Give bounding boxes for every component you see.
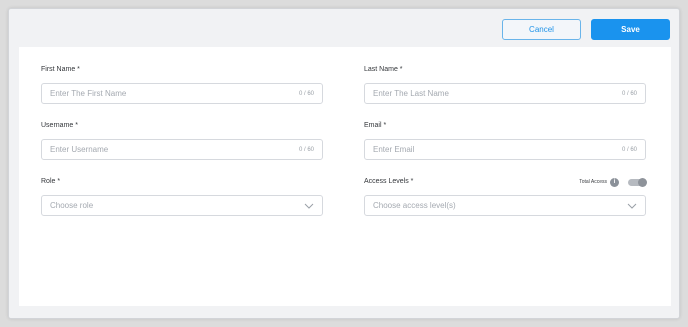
first-name-input[interactable]: Enter The First Name 0 / 60 [41,83,323,104]
username-field: Username * Enter Username 0 / 60 [41,121,323,160]
username-input[interactable]: Enter Username 0 / 60 [41,139,323,160]
access-levels-select[interactable]: Choose access level(s) [364,195,646,216]
access-levels-field: Access Levels * Total Access i Choose ac… [364,177,647,216]
email-field: Email * Enter Email 0 / 60 [364,121,646,160]
toggle-knob [638,177,647,187]
role-select[interactable]: Choose role [41,195,323,216]
info-icon[interactable]: i [610,177,619,187]
last-name-label: Last Name * [364,66,403,73]
role-field: Role * Choose role [41,177,323,216]
form-window: Cancel Save First Name * Enter The First… [8,8,680,319]
cancel-button[interactable]: Cancel [502,19,581,40]
last-name-input[interactable]: Enter The Last Name 0 / 60 [364,83,646,104]
username-label: Username * [41,122,78,129]
first-name-counter: 0 / 60 [298,90,314,97]
last-name-counter: 0 / 60 [621,90,637,97]
toolbar: Cancel Save [9,9,679,47]
last-name-field: Last Name * Enter The Last Name 0 / 60 [364,65,646,104]
access-levels-placeholder: Choose access level(s) [373,201,456,210]
email-counter: 0 / 60 [621,146,637,153]
email-input[interactable]: Enter Email 0 / 60 [364,139,646,160]
save-button[interactable]: Save [591,19,670,40]
username-counter: 0 / 60 [298,146,314,153]
role-placeholder: Choose role [50,201,94,210]
first-name-placeholder: Enter The First Name [50,89,127,98]
first-name-field: First Name * Enter The First Name 0 / 60 [41,65,323,104]
email-label: Email * [364,122,387,129]
total-access-label: Total Access [579,179,607,185]
form-panel: First Name * Enter The First Name 0 / 60… [19,47,671,306]
last-name-placeholder: Enter The Last Name [373,89,449,98]
username-placeholder: Enter Username [50,145,109,154]
chevron-down-icon[interactable] [627,203,637,209]
email-placeholder: Enter Email [373,145,415,154]
role-label: Role * [41,178,61,185]
total-access-toggle-row: Total Access i [579,177,647,187]
chevron-down-icon[interactable] [304,203,314,209]
first-name-label: First Name * [41,66,80,73]
total-access-toggle[interactable] [628,177,647,187]
